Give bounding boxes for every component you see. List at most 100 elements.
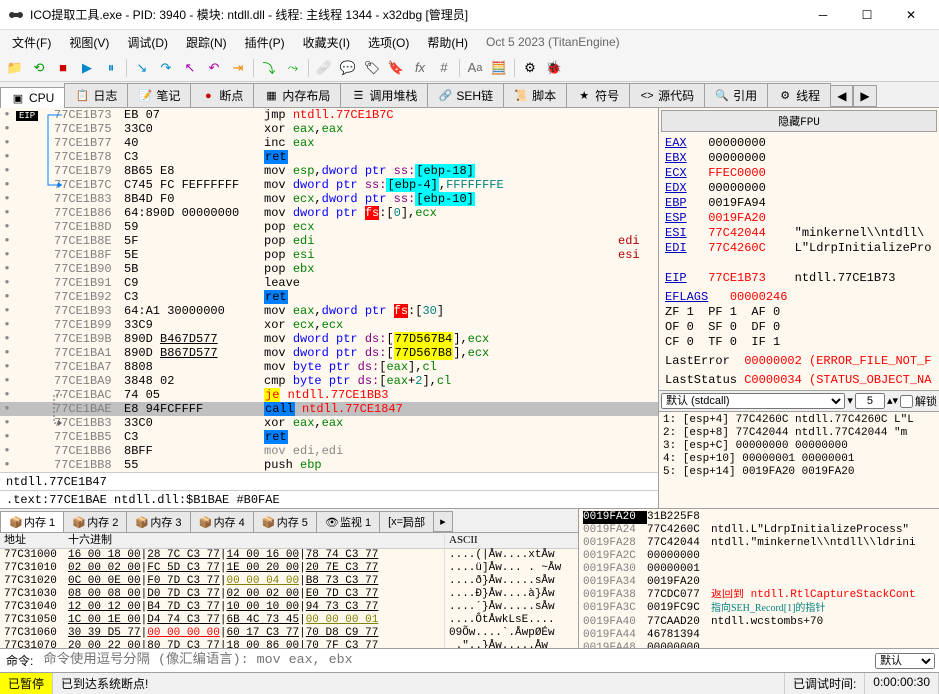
disasm-row[interactable]: ●77CE1BA78808mov byte ptr ds:[eax],cl: [0, 360, 658, 374]
disasm-row[interactable]: ●77CE1BA1890D B867D577mov dword ptr ds:[…: [0, 346, 658, 360]
dump-tab-1[interactable]: 📦内存 2: [63, 511, 127, 532]
registers-view[interactable]: EAX 00000000EBX 00000000ECX FFEC0000EDX …: [659, 134, 939, 390]
disasm-row[interactable]: ●77CE1BAC74 05je ntdll.77CE1BB3: [0, 388, 658, 402]
step-over-icon[interactable]: ↷: [155, 57, 177, 79]
tab-cpu[interactable]: ▣CPU: [0, 87, 65, 108]
calling-convention-select[interactable]: 默认 (stdcall): [661, 393, 845, 409]
disasm-row[interactable]: ●77CE1B92C3ret: [0, 290, 658, 304]
menu-help[interactable]: 帮助(H): [419, 32, 476, 53]
disasm-row[interactable]: ●77CE1B8F5Epop esiesi: [0, 248, 658, 262]
dump-tab-5[interactable]: 👁监视 1: [316, 511, 380, 532]
patches-icon[interactable]: 🩹: [313, 57, 335, 79]
dump-tab-0[interactable]: 📦内存 1: [0, 511, 64, 532]
register-ebx[interactable]: EBX 00000000: [665, 151, 933, 166]
maximize-button[interactable]: ☐: [847, 1, 887, 29]
tab-notes[interactable]: 📝笔记: [127, 83, 191, 107]
tab-log[interactable]: 📋日志: [64, 83, 128, 107]
dump-row[interactable]: 77C3104012 00 12 00|B4 7D C3 77|10 00 10…: [0, 601, 578, 614]
disasm-row[interactable]: ●77CE1BA93848 02cmp byte ptr ds:[eax+2],…: [0, 374, 658, 388]
dump-view[interactable]: 地址 十六进制 ASCII 77C3100016 00 18 00|28 7C …: [0, 533, 578, 648]
run-to-icon[interactable]: ⇥: [227, 57, 249, 79]
disasm-row[interactable]: ●77CE1B8664:890D 00000000mov dword ptr f…: [0, 206, 658, 220]
step-out-icon[interactable]: ↖: [179, 57, 201, 79]
dump-row[interactable]: 77C3103008 00 08 00|D0 7D C3 77|02 00 02…: [0, 588, 578, 601]
stop-icon[interactable]: ■: [52, 57, 74, 79]
labels-icon[interactable]: 🏷: [361, 57, 383, 79]
arg-row[interactable]: 3: [esp+C] 00000000 00000000: [663, 440, 935, 453]
disasm-row[interactable]: ●EIP77CE1B73EB 07jmp ntdll.77CE1B7C: [0, 108, 658, 122]
dump-row[interactable]: 77C3100016 00 18 00|28 7C C3 77|14 00 16…: [0, 549, 578, 562]
disasm-row[interactable]: ●77CE1BB5C3ret: [0, 430, 658, 444]
stack-row[interactable]: 0019FA3C 0019FC9C 指向SEH_Record[1]的指针: [583, 602, 935, 616]
about-icon[interactable]: 🐞: [543, 57, 565, 79]
register-eax[interactable]: EAX 00000000: [665, 136, 933, 151]
pause-icon[interactable]: ⏸: [100, 57, 122, 79]
disassembly-view[interactable]: ●EIP77CE1B73EB 07jmp ntdll.77CE1B7C●77CE…: [0, 108, 658, 472]
stack-row[interactable]: 0019FA48 00000000: [583, 642, 935, 648]
tab-seh[interactable]: 🔗SEH链: [427, 83, 504, 107]
register-eip[interactable]: EIP 77CE1B73 ntdll.77CE1B73: [665, 271, 933, 286]
spinner-down-icon[interactable]: ▾: [847, 394, 853, 408]
tab-breakpoints[interactable]: ●断点: [190, 83, 254, 107]
disasm-row[interactable]: ●77CE1B8E5Fpop ediedi: [0, 234, 658, 248]
disasm-row[interactable]: ●77CE1B9364:A1 30000000mov eax,dword ptr…: [0, 304, 658, 318]
tab-symbols[interactable]: ★符号: [566, 83, 630, 107]
menu-debug[interactable]: 调试(D): [119, 32, 176, 53]
register-edi[interactable]: EDI 77C4260C L"LdrpInitializePro: [665, 241, 933, 256]
arg-row[interactable]: 5: [esp+14] 0019FA20 0019FA20: [663, 466, 935, 479]
tab-overflow-left[interactable]: ◀: [830, 85, 853, 107]
step-into-icon[interactable]: ↘: [131, 57, 153, 79]
eflags[interactable]: EFLAGS 00000246: [665, 290, 933, 305]
hide-fpu-button[interactable]: 隐藏FPU: [661, 110, 937, 132]
disasm-row[interactable]: ●77CE1BAEE8 94FCFFFFcall ntdll.77CE1847: [0, 402, 658, 416]
tab-overflow-right[interactable]: ▶: [853, 85, 876, 107]
disasm-row[interactable]: ●77CE1BB68BFFmov edi,edi: [0, 444, 658, 458]
arg-row[interactable]: 1: [esp+4] 77C4260C ntdll.77C4260C L"L: [663, 414, 935, 427]
menu-trace[interactable]: 跟踪(N): [178, 32, 235, 53]
trace-into-icon[interactable]: ⤵: [258, 57, 280, 79]
tab-source[interactable]: <>源代码: [629, 83, 705, 107]
disasm-row[interactable]: ●77CE1B8D59pop ecx: [0, 220, 658, 234]
arg-count-input[interactable]: [855, 393, 885, 409]
bookmarks-icon[interactable]: 🔖: [385, 57, 407, 79]
menu-file[interactable]: 文件(F): [4, 32, 59, 53]
disasm-row[interactable]: ●77CE1B7533C0xor eax,eax: [0, 122, 658, 136]
lock-checkbox[interactable]: [900, 395, 913, 408]
stack-row[interactable]: 0019FA30 00000001: [583, 563, 935, 576]
dump-tab-4[interactable]: 📦内存 5: [253, 511, 317, 532]
disasm-row[interactable]: ●77CE1B798B65 E8mov esp,dword ptr ss:[eb…: [0, 164, 658, 178]
disasm-row[interactable]: ●77CE1B91C9leave: [0, 276, 658, 290]
menu-favourites[interactable]: 收藏夹(I): [295, 32, 358, 53]
disasm-row[interactable]: ●77CE1B9B890D B467D577mov dword ptr ds:[…: [0, 332, 658, 346]
close-button[interactable]: ✕: [891, 1, 931, 29]
dump-tab-3[interactable]: 📦内存 4: [190, 511, 254, 532]
command-mode-select[interactable]: 默认: [875, 653, 935, 669]
disasm-row[interactable]: ●77CE1BB333C0xor eax,eax: [0, 416, 658, 430]
arguments-view[interactable]: 1: [esp+4] 77C4260C ntdll.77C4260C L"L2:…: [659, 411, 939, 481]
stack-row[interactable]: 0019FA40 77CAAD20 ntdll.wcstombs+70: [583, 616, 935, 629]
register-ebp[interactable]: EBP 0019FA94: [665, 196, 933, 211]
register-esi[interactable]: ESI 77C42044 "minkernel\\ntdll\: [665, 226, 933, 241]
dump-row[interactable]: 77C310200C 00 0E 00|F0 7D C3 77|00 00 04…: [0, 575, 578, 588]
tab-script[interactable]: 📜脚本: [503, 83, 567, 107]
arg-row[interactable]: 4: [esp+10] 00000001 00000001: [663, 453, 935, 466]
trace-over-icon[interactable]: ⤳: [282, 57, 304, 79]
register-edx[interactable]: EDX 00000000: [665, 181, 933, 196]
step-back-icon[interactable]: ↶: [203, 57, 225, 79]
spinner-icon[interactable]: ▴▾: [887, 394, 898, 408]
run-icon[interactable]: ▶: [76, 57, 98, 79]
arg-row[interactable]: 2: [esp+8] 77C42044 ntdll.77C42044 "m: [663, 427, 935, 440]
disasm-row[interactable]: ●77CE1BB855push ebp: [0, 458, 658, 472]
open-icon[interactable]: 📁: [4, 57, 26, 79]
font-icon[interactable]: Aa: [464, 57, 486, 79]
dump-tab-2[interactable]: 📦内存 3: [126, 511, 190, 532]
variables-icon[interactable]: #: [433, 57, 455, 79]
stack-row[interactable]: 0019FA34 0019FA20: [583, 576, 935, 589]
stack-row[interactable]: 0019FA2C 00000000: [583, 550, 935, 563]
disasm-row[interactable]: ●77CE1B7740inc eax: [0, 136, 658, 150]
stack-row[interactable]: 0019FA28 77C42044 ntdll."minkernel\\ntdl…: [583, 537, 935, 550]
disasm-row[interactable]: ●77CE1B78C3ret: [0, 150, 658, 164]
disasm-row[interactable]: ●77CE1B838B4D F0mov ecx,dword ptr ss:[eb…: [0, 192, 658, 206]
stack-row[interactable]: 0019FA44 46781394: [583, 629, 935, 642]
stack-row[interactable]: 0019FA38 77CDC077 返回到 ntdll.RtlCaptureSt…: [583, 589, 935, 602]
